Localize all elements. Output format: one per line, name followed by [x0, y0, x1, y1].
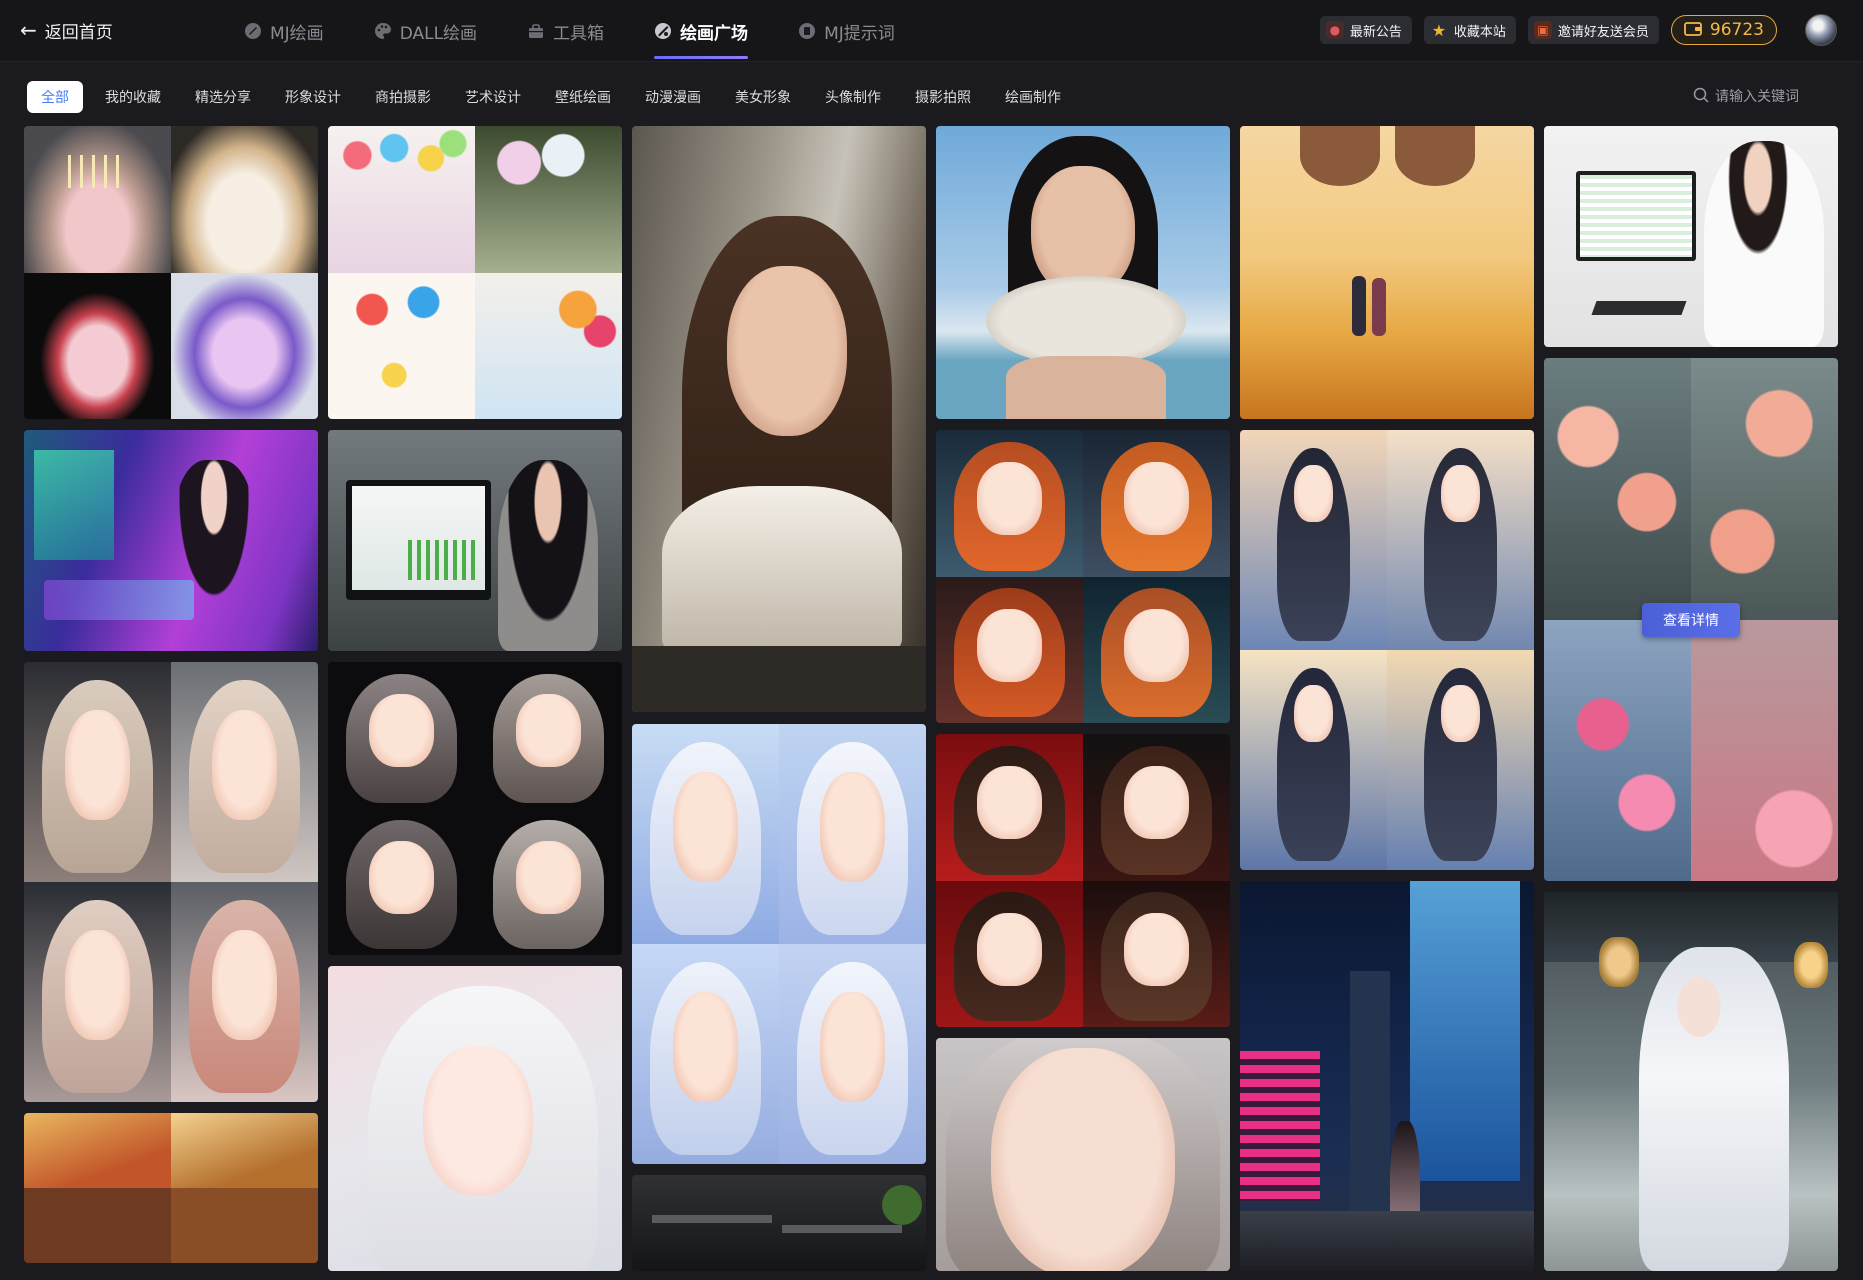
category-wallpaper[interactable]: 壁纸绘画 [543, 81, 623, 113]
gallery-card-woman-computer-office[interactable] [1544, 126, 1838, 347]
gallery-card-gamer-girl[interactable] [24, 430, 318, 651]
category-beauty[interactable]: 美女形象 [723, 81, 803, 113]
search-icon [1693, 87, 1709, 107]
gallery-card-hanfu-grid-red[interactable] [936, 430, 1230, 723]
coin-count: 96723 [1709, 20, 1764, 40]
paint-brush-icon [244, 22, 262, 40]
gallery-card-neon-city-night[interactable] [1240, 881, 1534, 1271]
gallery-card-portrait-window[interactable] [632, 126, 926, 712]
back-home-label: 返回首页 [44, 22, 113, 43]
gallery-card-elf-princess-grid[interactable] [24, 662, 318, 1102]
gallery-card-modern-office[interactable] [632, 1175, 926, 1271]
gallery-card-party-balloons[interactable] [328, 126, 622, 419]
announcement-button[interactable]: ● 最新公告 [1319, 16, 1412, 44]
nav-gallery[interactable]: 绘画广场 [636, 0, 766, 62]
right-tools: ● 最新公告 ★ 收藏本站 ▣ 邀请好友送会员 96723 [1319, 13, 1837, 47]
category-bar: 全部 我的收藏 精选分享 形象设计 商拍摄影 艺术设计 壁纸绘画 动漫漫画 美女… [27, 81, 1077, 113]
nav-mj-paint[interactable]: MJ绘画 [226, 0, 342, 62]
top-bar: ← 返回首页 MJ绘画 DALL绘画 工具箱 绘画广场 MJ提示词 ● 最新公告… [0, 0, 1863, 62]
gift-icon: ▣ [1533, 21, 1552, 39]
arrow-left-icon: ← [20, 18, 37, 42]
gallery-card-white-hanfu-temple[interactable] [1544, 892, 1838, 1271]
gallery-card-neck-pillow-woman[interactable] [936, 126, 1230, 419]
toolbox-icon [527, 22, 545, 40]
nav-mj-paint-label: MJ绘画 [270, 23, 324, 44]
invite-friends-label: 邀请好友送会员 [1557, 24, 1649, 40]
gallery-card-hanfu-blue-grid[interactable] [1240, 430, 1534, 870]
nav-mj-prompt[interactable]: MJ提示词 [780, 0, 913, 62]
nav-dall-paint-label: DALL绘画 [399, 23, 478, 44]
gallery-card-ice-princess-grid[interactable] [632, 724, 926, 1164]
announcement-label: 最新公告 [1349, 24, 1402, 40]
category-featured[interactable]: 精选分享 [183, 81, 263, 113]
main-nav: MJ绘画 DALL绘画 工具箱 绘画广场 MJ提示词 [226, 0, 927, 62]
category-my-favorites[interactable]: 我的收藏 [93, 81, 173, 113]
gallery-card-office-spreadsheet-woman[interactable] [328, 430, 622, 651]
gallery-card-heart-hands-anniversary[interactable] [1240, 126, 1534, 419]
back-home-button[interactable]: ← 返回首页 [20, 16, 113, 44]
gallery-card-white-hair-girl[interactable] [328, 966, 622, 1271]
nav-dall-paint[interactable]: DALL绘画 [356, 0, 495, 62]
gallery-card-silver-crown-grid[interactable] [328, 662, 622, 955]
gallery-card-red-floral-grid[interactable] [936, 734, 1230, 1027]
nav-toolbox-label: 工具箱 [553, 23, 605, 44]
gallery-card-birthday-cakes[interactable] [24, 126, 318, 419]
category-product-photo[interactable]: 商拍摄影 [363, 81, 443, 113]
star-icon: ★ [1431, 20, 1447, 40]
wallet-icon [1684, 20, 1702, 41]
gallery-card-closeup-face[interactable] [936, 1038, 1230, 1271]
user-avatar[interactable] [1805, 14, 1837, 46]
nav-gallery-label: 绘画广场 [680, 23, 749, 44]
gallery-icon [654, 22, 672, 40]
bookmark-site-label: 收藏本站 [1453, 24, 1506, 40]
announcement-icon: ● [1325, 21, 1344, 39]
category-art-design[interactable]: 艺术设计 [453, 81, 533, 113]
invite-friends-button[interactable]: ▣ 邀请好友送会员 [1527, 16, 1659, 44]
category-image-design[interactable]: 形象设计 [273, 81, 353, 113]
gallery-card-girl-laptop-grid[interactable] [24, 1113, 318, 1263]
category-photography[interactable]: 摄影拍照 [903, 81, 983, 113]
bookmark-site-button[interactable]: ★ 收藏本站 [1423, 16, 1516, 44]
category-anime[interactable]: 动漫漫画 [633, 81, 713, 113]
nav-mj-prompt-label: MJ提示词 [824, 23, 895, 44]
coin-balance[interactable]: 96723 [1670, 15, 1777, 45]
search-box [1693, 84, 1833, 110]
search-input[interactable] [1715, 89, 1825, 105]
nav-toolbox[interactable]: 工具箱 [509, 0, 622, 62]
category-all[interactable]: 全部 [27, 81, 83, 113]
view-details-button[interactable]: 查看详情 [1642, 603, 1740, 637]
category-drawing[interactable]: 绘画制作 [993, 81, 1073, 113]
prompt-icon [798, 22, 816, 40]
category-avatar[interactable]: 头像制作 [813, 81, 893, 113]
palette-icon [374, 22, 392, 40]
